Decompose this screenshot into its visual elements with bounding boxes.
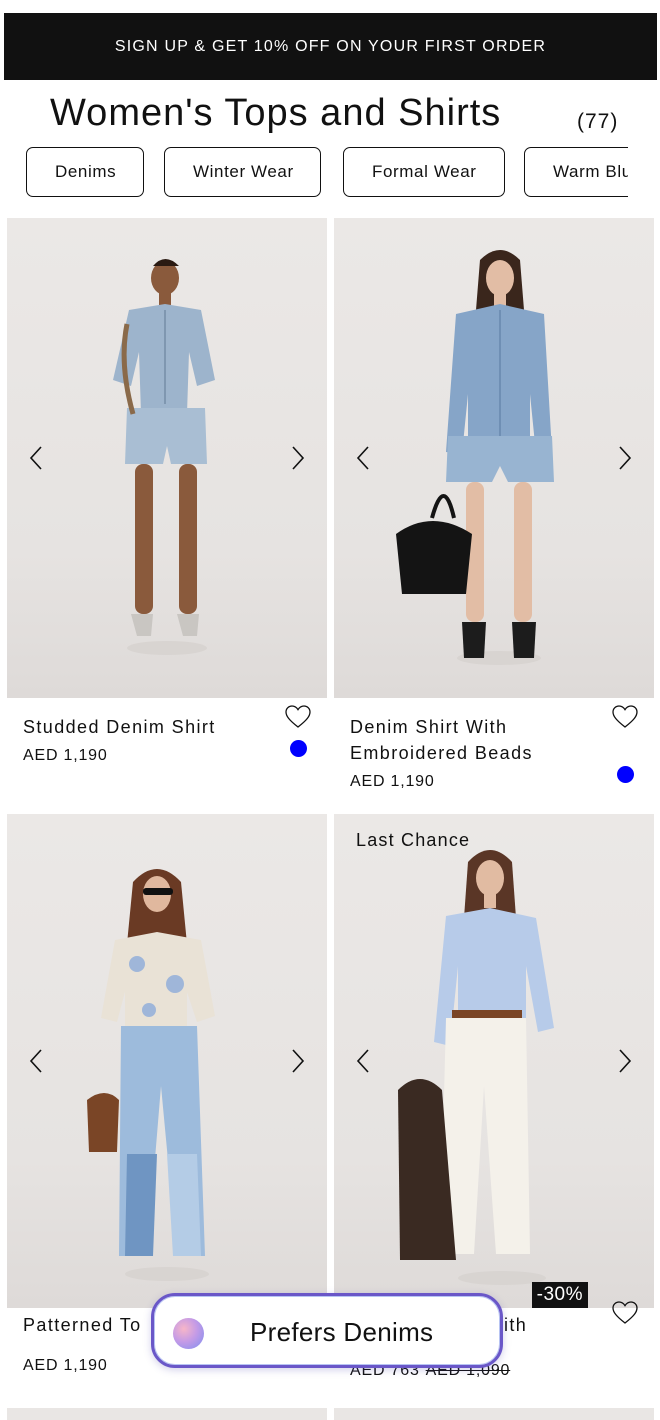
page-title: Women's Tops and Shirts [50,92,502,134]
preference-label: Prefers Denims [250,1317,434,1347]
image-next-button[interactable] [286,1046,310,1076]
promo-banner[interactable]: SIGN UP & GET 10% OFF ON YOUR FIRST ORDE… [4,13,657,80]
product-price: AED 1,190 [23,747,108,764]
heart-icon[interactable] [612,705,638,729]
next-product-image-edge [334,1408,654,1420]
chip-warm-blu[interactable]: Warm Blu [524,147,628,197]
image-next-button[interactable] [613,443,637,473]
color-swatch[interactable] [617,766,634,783]
heart-icon[interactable] [612,1301,638,1325]
model-photo [113,259,215,655]
last-chance-badge: Last Chance [356,830,471,850]
product-card[interactable]: Patterned To AED 1,190 [7,814,327,1374]
next-product-image-edge [7,1408,327,1420]
chevron-right-icon [619,446,632,470]
image-next-button[interactable] [286,443,310,473]
color-swatch[interactable] [290,740,307,757]
chevron-left-icon [356,1049,369,1073]
image-prev-button[interactable] [351,443,375,473]
product-card[interactable]: Studded Denim Shirt AED 1,190 [7,218,327,764]
chevron-left-icon [29,446,42,470]
chevron-right-icon [619,1049,632,1073]
chevron-left-icon [356,446,369,470]
chevron-right-icon [292,446,305,470]
product-image[interactable]: Last Chance -30% [334,814,654,1308]
item-count: (77) [577,110,619,133]
chip-denims[interactable]: Denims [26,147,144,197]
image-next-button[interactable] [613,1046,637,1076]
chip-formal-wear[interactable]: Formal Wear [343,147,505,197]
chip-winter-wear[interactable]: Winter Wear [164,147,321,197]
model-photo [87,869,215,1281]
product-name[interactable]: Denim Shirt With Embroidered Beads [350,714,590,766]
heart-icon[interactable] [285,705,311,729]
product-image[interactable] [334,218,654,698]
preference-gradient-icon [173,1318,204,1349]
image-prev-button[interactable] [351,1046,375,1076]
chevron-right-icon [292,1049,305,1073]
product-card[interactable]: Last Chance -30% ith AED 763 AED 1,090 [334,814,654,1379]
discount-badge: -30% [531,1282,588,1308]
model-photo [398,850,554,1285]
filter-chips: Denims Winter Wear Formal Wear Warm Blu [0,146,628,198]
chevron-left-icon [29,1049,42,1073]
image-prev-button[interactable] [24,443,48,473]
product-name[interactable]: Studded Denim Shirt [23,714,263,740]
product-image[interactable] [7,218,327,698]
product-image[interactable] [7,814,327,1308]
promo-text: SIGN UP & GET 10% OFF ON YOUR FIRST ORDE… [114,37,547,55]
preference-pill[interactable]: Prefers Denims [151,1293,503,1368]
model-photo [396,250,554,665]
image-prev-button[interactable] [24,1046,48,1076]
product-price: AED 1,190 [350,773,435,790]
product-card[interactable]: Denim Shirt With Embroidered Beads AED 1… [334,218,654,790]
product-price: AED 1,190 [23,1357,108,1374]
